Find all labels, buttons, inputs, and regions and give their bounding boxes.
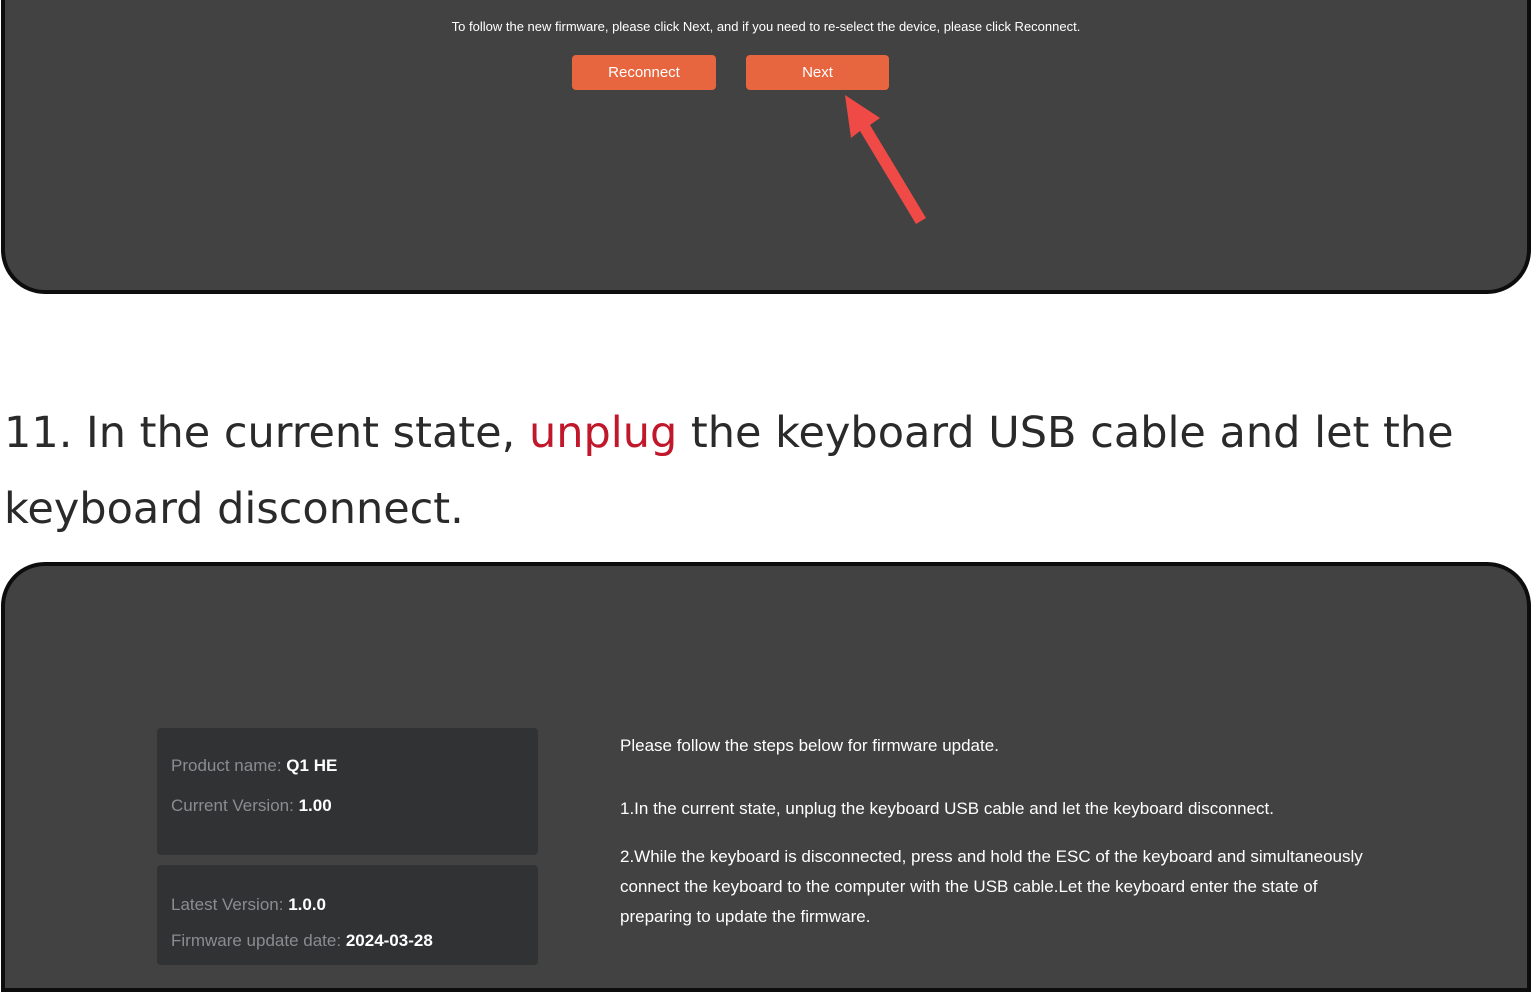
- step-1-text: 1.In the current state, unplug the keybo…: [620, 799, 1274, 818]
- step-heading-highlight: unplug: [528, 408, 678, 458]
- step-heading: 11. In the current state, unplug the key…: [4, 395, 1504, 547]
- update-date-value: 2024-03-28: [345, 931, 433, 950]
- update-date-row: Firmware update date: 2024-03-28: [171, 931, 433, 951]
- firmware-dialog-top: [1, 0, 1531, 294]
- current-version-label: Current Version:: [171, 796, 294, 815]
- latest-version-row: Latest Version: 1.0.0: [171, 895, 326, 915]
- product-name-value: Q1 HE: [286, 756, 338, 775]
- step-2-text: 2.While the keyboard is disconnected, pr…: [620, 847, 1363, 926]
- steps-intro: Please follow the steps below for firmwa…: [620, 736, 999, 755]
- step-heading-prefix: 11. In the current state,: [4, 408, 529, 458]
- red-arrow-pointer-icon: [845, 95, 926, 224]
- latest-version-value: 1.0.0: [288, 895, 327, 914]
- update-date-label: Firmware update date:: [171, 931, 342, 950]
- next-button[interactable]: Next: [746, 55, 889, 90]
- latest-firmware-card: Latest Version: 1.0.0 Firmware update da…: [157, 865, 538, 965]
- device-info-card: Product name: Q1 HE Current Version: 1.0…: [157, 728, 538, 855]
- latest-version-label: Latest Version:: [171, 895, 284, 914]
- firmware-instruction-text: To follow the new firmware, please click…: [451, 19, 1081, 34]
- firmware-steps: Please follow the steps below for firmwa…: [620, 731, 1380, 932]
- current-version-row: Current Version: 1.00: [171, 796, 332, 816]
- reconnect-button[interactable]: Reconnect: [572, 55, 716, 90]
- product-name-row: Product name: Q1 HE: [171, 756, 337, 776]
- current-version-value: 1.00: [298, 796, 332, 815]
- product-name-label: Product name:: [171, 756, 282, 775]
